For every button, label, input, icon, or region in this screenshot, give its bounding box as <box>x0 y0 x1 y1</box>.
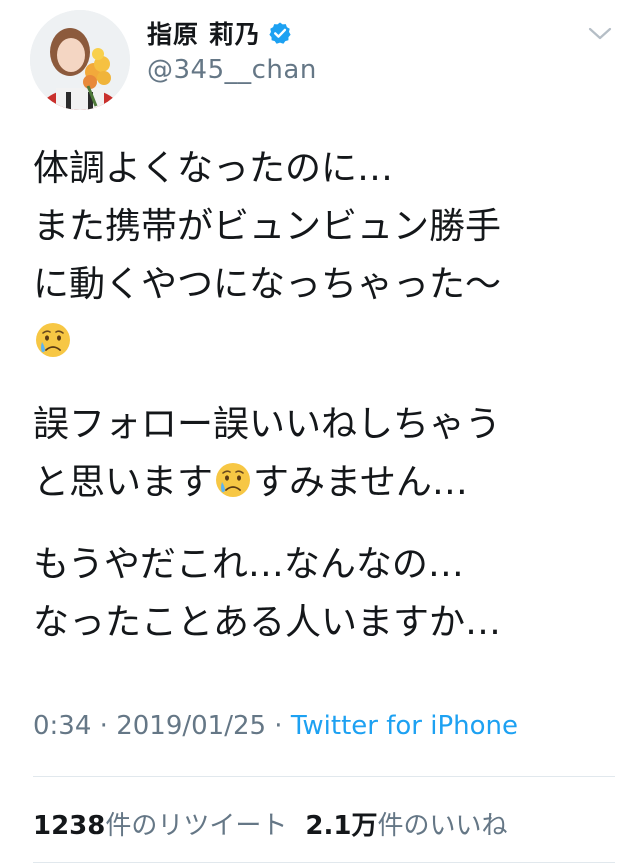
likes-stat[interactable]: 2.1万件のいいね <box>305 811 507 841</box>
tweet-paragraph: 体調よくなったのに… また携帯がビュンビュン勝手 に動くやつになっちゃった〜 <box>33 140 613 372</box>
avatar-image <box>30 10 130 110</box>
crying-face-icon <box>36 323 70 357</box>
tweet-line: に動くやつになっちゃった〜 <box>33 264 502 305</box>
verified-badge-icon <box>268 21 292 45</box>
tweet-paragraph: もうやだこれ…なんなの… なったことある人いますか… <box>33 536 613 652</box>
tweet-line-with-emoji: と思います すみません… <box>33 454 613 512</box>
tweet-line: また携帯がビュンビュン勝手 <box>33 206 502 247</box>
retweets-label: 件のリツイート <box>105 811 288 841</box>
meta-separator: · <box>91 711 117 741</box>
display-name[interactable]: 指原 莉乃 <box>147 15 261 51</box>
author-handle[interactable]: @345__chan <box>147 55 317 85</box>
crying-face-icon <box>216 463 251 497</box>
divider <box>33 862 615 863</box>
tweet-stats: 1238件のリツイート 2.1万件のいいね <box>33 805 525 842</box>
avatar[interactable] <box>30 10 130 110</box>
tweet-card: 指原 莉乃 @345__chan 体調よくなったのに… また携帯がビュンビュン勝… <box>0 0 639 865</box>
tweet-paragraph: 誤フォロー誤いいねしちゃう と思います すみません… <box>33 396 613 512</box>
tweet-line: なったことある人いますか… <box>33 602 502 643</box>
likes-label: 件のいいね <box>377 811 508 841</box>
tweet-line-part: と思います <box>33 462 214 503</box>
tweet-date[interactable]: 2019/01/25 <box>116 711 266 741</box>
likes-count: 2.1万 <box>305 811 378 841</box>
tweet-text: 体調よくなったのに… また携帯がビュンビュン勝手 に動くやつになっちゃった〜 誤… <box>33 140 613 676</box>
retweets-stat[interactable]: 1238件のリツイート <box>33 811 287 841</box>
tweet-line-part: すみません… <box>253 462 468 503</box>
tweet-line: 体調よくなったのに… <box>33 148 394 189</box>
tweet-line: もうやだこれ…なんなの… <box>33 544 464 585</box>
divider <box>33 776 615 777</box>
tweet-line-emoji <box>33 314 613 372</box>
tweet-line: 誤フォロー誤いいねしちゃう <box>33 404 502 445</box>
retweets-count: 1238 <box>33 811 106 841</box>
tweet-meta: 0:34 · 2019/01/25 · Twitter for iPhone <box>33 711 518 741</box>
chevron-down-icon[interactable] <box>586 22 614 46</box>
tweet-time[interactable]: 0:34 <box>33 711 91 741</box>
author-name-row: 指原 莉乃 <box>147 16 317 50</box>
author-info: 指原 莉乃 @345__chan <box>147 16 317 85</box>
tweet-source-link[interactable]: Twitter for iPhone <box>291 711 518 741</box>
meta-separator: · <box>266 711 291 741</box>
